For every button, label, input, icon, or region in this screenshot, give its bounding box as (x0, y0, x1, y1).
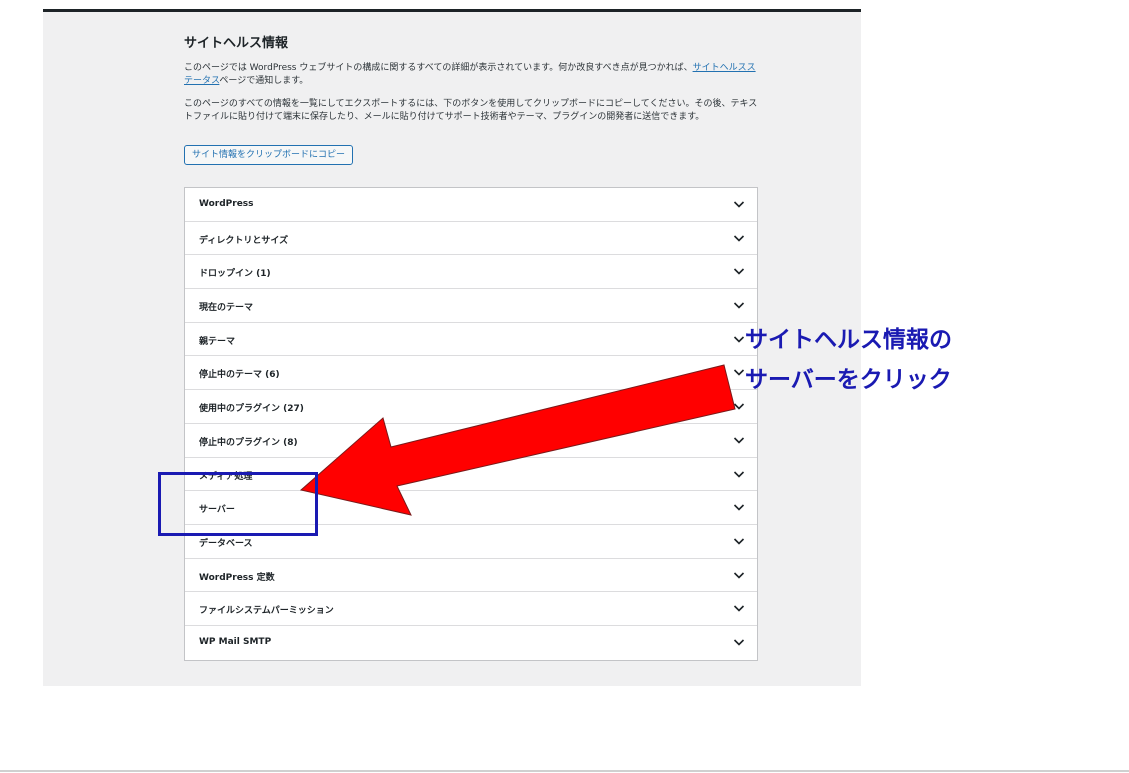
annotation-callout: サイトヘルス情報の サーバーをクリック (745, 320, 952, 400)
accordion-item-inactive-plugins[interactable]: 停止中のプラグイン (8) (185, 424, 757, 458)
chevron-down-icon (733, 302, 745, 309)
accordion-label: ファイルシステムパーミッション (199, 606, 334, 617)
accordion-item-wordpress-constants[interactable]: WordPress 定数 (185, 559, 757, 593)
page-title: サイトヘルス情報 (184, 36, 289, 51)
page-description: このページでは WordPress ウェブサイトの構成に関するすべての詳細が表示… (184, 62, 762, 88)
accordion-label: 現在のテーマ (199, 303, 254, 314)
accordion-item-inactive-themes[interactable]: 停止中のテーマ (6) (185, 356, 757, 391)
screenshot-page: サイトヘルス情報 このページでは WordPress ウェブサイトの構成に関する… (0, 0, 1129, 773)
accordion-item-active-theme[interactable]: 現在のテーマ (185, 289, 757, 323)
chevron-down-icon (733, 235, 745, 242)
accordion-label: ディレクトリとサイズ (199, 235, 289, 246)
accordion-label: 使用中のプラグイン (27) (199, 404, 304, 415)
accordion-label: WordPress (199, 199, 254, 209)
accordion-label: 停止中のプラグイン (8) (199, 437, 298, 448)
site-health-accordion: WordPress ディレクトリとサイズ ドロップイン (1) 現在のテーマ 親… (184, 187, 758, 661)
accordion-item-parent-theme[interactable]: 親テーマ (185, 323, 757, 357)
chevron-down-icon (733, 201, 745, 208)
accordion-label: WordPress 定数 (199, 572, 275, 583)
chevron-down-icon (733, 470, 745, 478)
accordion-item-active-plugins[interactable]: 使用中のプラグイン (27) (185, 390, 757, 424)
accordion-item-wp-mail-smtp[interactable]: WP Mail SMTP (185, 626, 757, 660)
accordion-item-server[interactable]: サーバー (185, 491, 757, 525)
accordion-label: サーバー (199, 505, 235, 516)
accordion-item-database[interactable]: データベース (185, 525, 757, 559)
chevron-down-icon (733, 336, 745, 343)
export-description: このページのすべての情報を一覧にしてエクスポートするには、下のボタンを使用してク… (184, 99, 758, 122)
accordion-label: メディア処理 (199, 471, 253, 482)
chevron-down-icon (733, 538, 745, 545)
accordion-label: WP Mail SMTP (199, 636, 272, 647)
copy-site-info-button[interactable]: サイト情報をクリップボードにコピー (184, 145, 354, 165)
chevron-down-icon (733, 605, 745, 612)
accordion-item-media-handling[interactable]: メディア処理 (185, 458, 757, 492)
description-text-before-link: このページでは WordPress ウェブサイトの構成に関するすべての詳細が表示… (184, 63, 693, 73)
chevron-down-icon (733, 437, 745, 444)
accordion-label: ドロップイン (1) (199, 269, 271, 280)
chevron-down-icon (733, 504, 745, 511)
accordion-item-filesystem-permissions[interactable]: ファイルシステムパーミッション (185, 592, 757, 626)
annotation-line-2: サーバーをクリック (745, 367, 952, 393)
accordion-item-dropins[interactable]: ドロップイン (1) (185, 255, 757, 290)
accordion-item-directories-and-sizes[interactable]: ディレクトリとサイズ (185, 222, 757, 256)
description-text-after-link: ページで通知します。 (219, 76, 309, 86)
accordion-label: データベース (199, 538, 253, 549)
site-health-info-panel: サイトヘルス情報 このページでは WordPress ウェブサイトの構成に関する… (43, 9, 861, 686)
accordion-label: 親テーマ (199, 336, 236, 347)
annotation-line-1: サイトヘルス情報の (745, 327, 952, 353)
chevron-down-icon (733, 369, 745, 377)
accordion-label: 停止中のテーマ (6) (199, 370, 280, 381)
accordion-item-wordpress[interactable]: WordPress (185, 188, 757, 222)
chevron-down-icon (733, 639, 745, 646)
chevron-down-icon (733, 268, 745, 276)
chevron-down-icon (733, 403, 745, 410)
divider (0, 770, 1129, 772)
chevron-down-icon (733, 571, 745, 579)
